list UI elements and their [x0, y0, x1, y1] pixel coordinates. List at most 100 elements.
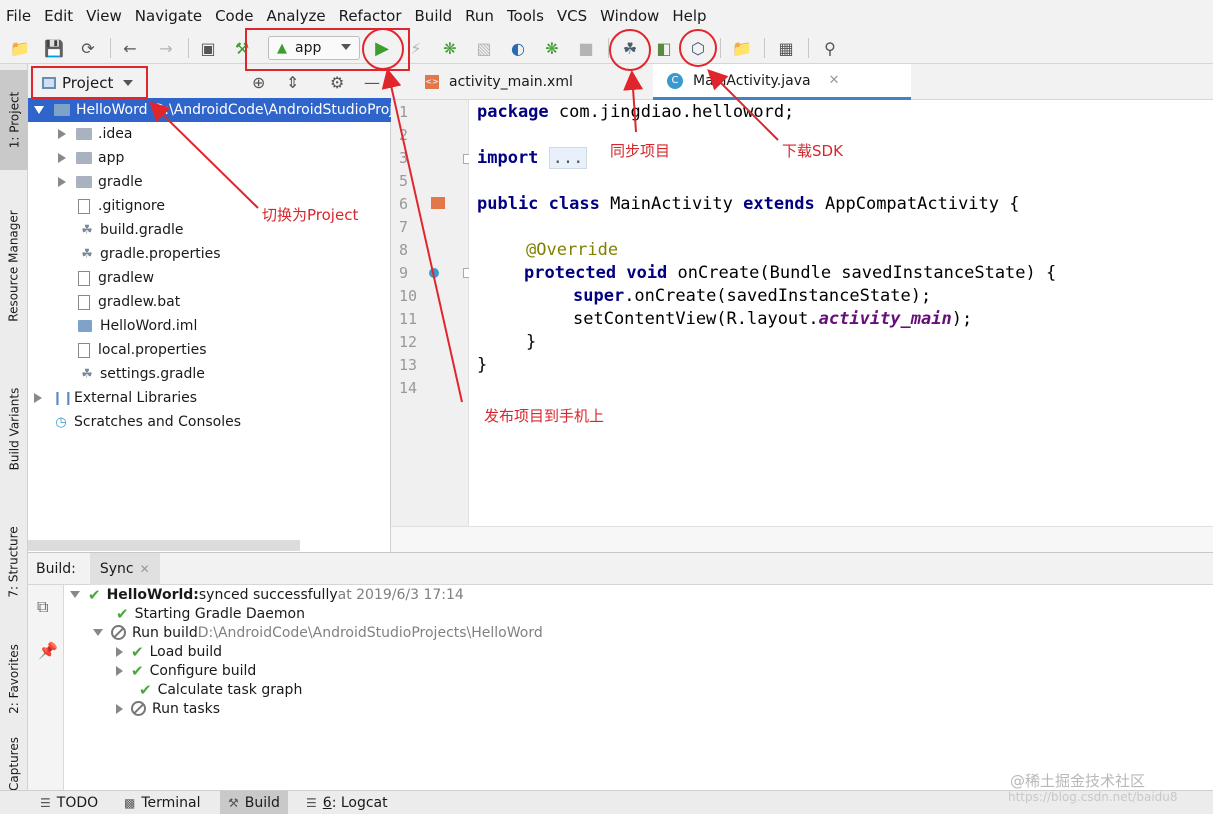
- avd-manager-icon[interactable]: ◧: [654, 38, 674, 58]
- scratches-icon: ◷: [55, 414, 67, 430]
- forward-arrow-icon[interactable]: →: [156, 38, 176, 58]
- layout-gutter-icon[interactable]: [431, 197, 445, 209]
- hide-panel-icon[interactable]: —: [364, 73, 380, 92]
- tool-tab-captures[interactable]: Captures: [0, 737, 28, 791]
- gradle-elephant-icon: ☘: [81, 222, 93, 238]
- tool-tab-project[interactable]: 1: Project: [0, 70, 28, 170]
- build-row-run-build[interactable]: Run build D:\AndroidCode\AndroidStudioPr…: [93, 623, 543, 642]
- menu-refactor[interactable]: Refactor: [339, 7, 402, 25]
- tree-item-label: gradlew: [98, 270, 155, 286]
- folded-imports[interactable]: ...: [548, 147, 588, 169]
- build-row-configure-build[interactable]: ✔ Configure build: [116, 661, 256, 680]
- expand-arrow-icon[interactable]: [116, 646, 123, 657]
- tree-item-scratches[interactable]: ◷ Scratches and Consoles: [52, 410, 241, 434]
- expand-arrow-icon[interactable]: [116, 703, 123, 714]
- override-gutter-icon[interactable]: [429, 268, 439, 278]
- line-number: 1: [399, 103, 409, 121]
- pin-icon[interactable]: 📌: [38, 641, 58, 660]
- expand-arrow-icon[interactable]: [58, 177, 66, 187]
- layout-window-icon[interactable]: ▣: [198, 38, 218, 58]
- tree-item-build-gradle[interactable]: ☘ build.gradle: [78, 218, 183, 242]
- watermark: @稀土掘金技术社区: [1010, 772, 1146, 790]
- menu-edit[interactable]: Edit: [44, 7, 73, 25]
- build-project-name: HelloWorld:: [106, 586, 199, 603]
- menu-analyze[interactable]: Analyze: [266, 7, 325, 25]
- build-row-load-build[interactable]: ✔ Load build: [116, 642, 222, 661]
- tool-tab-structure[interactable]: 7: Structure: [0, 514, 28, 609]
- gear-icon[interactable]: ⚙: [330, 73, 344, 92]
- code-line-1: package com.jingdiao.helloword;: [477, 102, 795, 122]
- expand-arrow-icon[interactable]: [34, 106, 44, 114]
- profile-icon[interactable]: ▧: [474, 38, 494, 58]
- locate-target-icon[interactable]: ⊕: [252, 73, 265, 92]
- tab-sync[interactable]: Sync ✕: [89, 552, 160, 585]
- search-icon[interactable]: ⚲: [820, 38, 840, 58]
- horizontal-scrollbar[interactable]: [28, 540, 300, 551]
- project-structure-folder-icon[interactable]: 📁: [732, 38, 752, 58]
- profiler-gauge-icon[interactable]: ◐: [508, 38, 528, 58]
- line-number: 12: [399, 333, 418, 351]
- tree-item-gradle-properties[interactable]: ☘ gradle.properties: [78, 242, 220, 266]
- tab-main-activity-java[interactable]: C MainActivity.java ✕: [653, 64, 911, 100]
- menu-build[interactable]: Build: [415, 7, 453, 25]
- tool-tab-terminal[interactable]: ▩ Terminal: [124, 791, 211, 814]
- expand-arrow-icon[interactable]: [58, 129, 66, 139]
- close-icon[interactable]: ✕: [140, 562, 150, 576]
- build-row-task-graph[interactable]: ✔ Calculate task graph: [139, 680, 302, 699]
- tree-item-gitignore[interactable]: .gitignore: [78, 194, 165, 218]
- code-editor[interactable]: package com.jingdiao.helloword; import .…: [469, 100, 1213, 526]
- menu-window[interactable]: Window: [600, 7, 659, 25]
- build-row-daemon[interactable]: ✔ Starting Gradle Daemon: [116, 604, 305, 623]
- menu-vcs[interactable]: VCS: [557, 7, 587, 25]
- module-folder-icon: [54, 104, 70, 116]
- expand-arrow-icon[interactable]: [70, 591, 80, 598]
- tree-item-external-libraries[interactable]: ❙❙ External Libraries: [34, 386, 197, 410]
- gradle-elephant-icon: ☘: [81, 366, 93, 382]
- sync-refresh-icon[interactable]: ⟳: [78, 38, 98, 58]
- back-arrow-icon[interactable]: ←: [120, 38, 140, 58]
- tree-item-label: app: [98, 150, 125, 166]
- tree-item-gradlew[interactable]: gradlew: [78, 266, 154, 290]
- expand-arrow-icon[interactable]: [58, 153, 66, 163]
- tab-activity-main-xml[interactable]: <> activity_main.xml: [411, 64, 651, 100]
- expand-arrow-icon[interactable]: [93, 629, 103, 636]
- menu-code[interactable]: Code: [215, 7, 253, 25]
- tool-tab-build[interactable]: ⚒ Build: [220, 791, 288, 814]
- toggle-view-icon[interactable]: ⧉: [37, 597, 48, 617]
- save-icon[interactable]: 💾: [44, 38, 64, 58]
- tree-item-idea[interactable]: .idea: [58, 122, 132, 146]
- build-row-run-tasks[interactable]: Run tasks: [116, 699, 220, 718]
- close-icon[interactable]: ✕: [829, 73, 840, 88]
- menu-file[interactable]: File: [6, 7, 31, 25]
- menu-help[interactable]: Help: [672, 7, 706, 25]
- collapse-all-icon[interactable]: ⇕: [286, 73, 299, 92]
- tree-item-gradle[interactable]: gradle: [58, 170, 143, 194]
- open-folder-icon[interactable]: 📁: [10, 38, 30, 58]
- annotation-circle-sdk: [679, 29, 717, 67]
- line-number: 14: [399, 379, 418, 397]
- tool-tab-favorites[interactable]: 2: Favorites: [0, 634, 28, 724]
- build-row-synced[interactable]: ✔ HelloWorld: synced successfully at 201…: [70, 585, 464, 604]
- tool-tab-logcat[interactable]: ☰ 6: Logcat: [306, 791, 398, 814]
- build-step-label: Configure build: [149, 662, 257, 679]
- tree-item-app[interactable]: app: [58, 146, 124, 170]
- expand-arrow-icon[interactable]: [116, 665, 123, 676]
- tool-tab-build-variants[interactable]: Build Variants: [0, 374, 28, 484]
- tree-item-gradlew-bat[interactable]: gradlew.bat: [78, 290, 180, 314]
- tool-tab-resource-manager[interactable]: Resource Manager: [0, 196, 28, 336]
- debug-bug-icon[interactable]: ❋: [440, 38, 460, 58]
- attach-debugger-icon[interactable]: ❋: [542, 38, 562, 58]
- tree-item-settings-gradle[interactable]: ☘ settings.gradle: [78, 362, 205, 386]
- tree-item-local-properties[interactable]: local.properties: [78, 338, 207, 362]
- stop-icon[interactable]: ■: [576, 38, 596, 58]
- build-panel-label: Build:: [36, 560, 76, 577]
- expand-arrow-icon[interactable]: [34, 393, 42, 403]
- tool-tab-todo[interactable]: ☰ TODO: [40, 791, 108, 814]
- tree-item-helloword-iml[interactable]: HelloWord.iml: [78, 314, 197, 338]
- menu-tools[interactable]: Tools: [507, 7, 544, 25]
- menu-view[interactable]: View: [86, 7, 122, 25]
- device-file-explorer-icon[interactable]: ▦: [776, 38, 796, 58]
- menu-navigate[interactable]: Navigate: [135, 7, 202, 25]
- hammer-icon: ⚒: [228, 796, 239, 810]
- menu-run[interactable]: Run: [465, 7, 494, 25]
